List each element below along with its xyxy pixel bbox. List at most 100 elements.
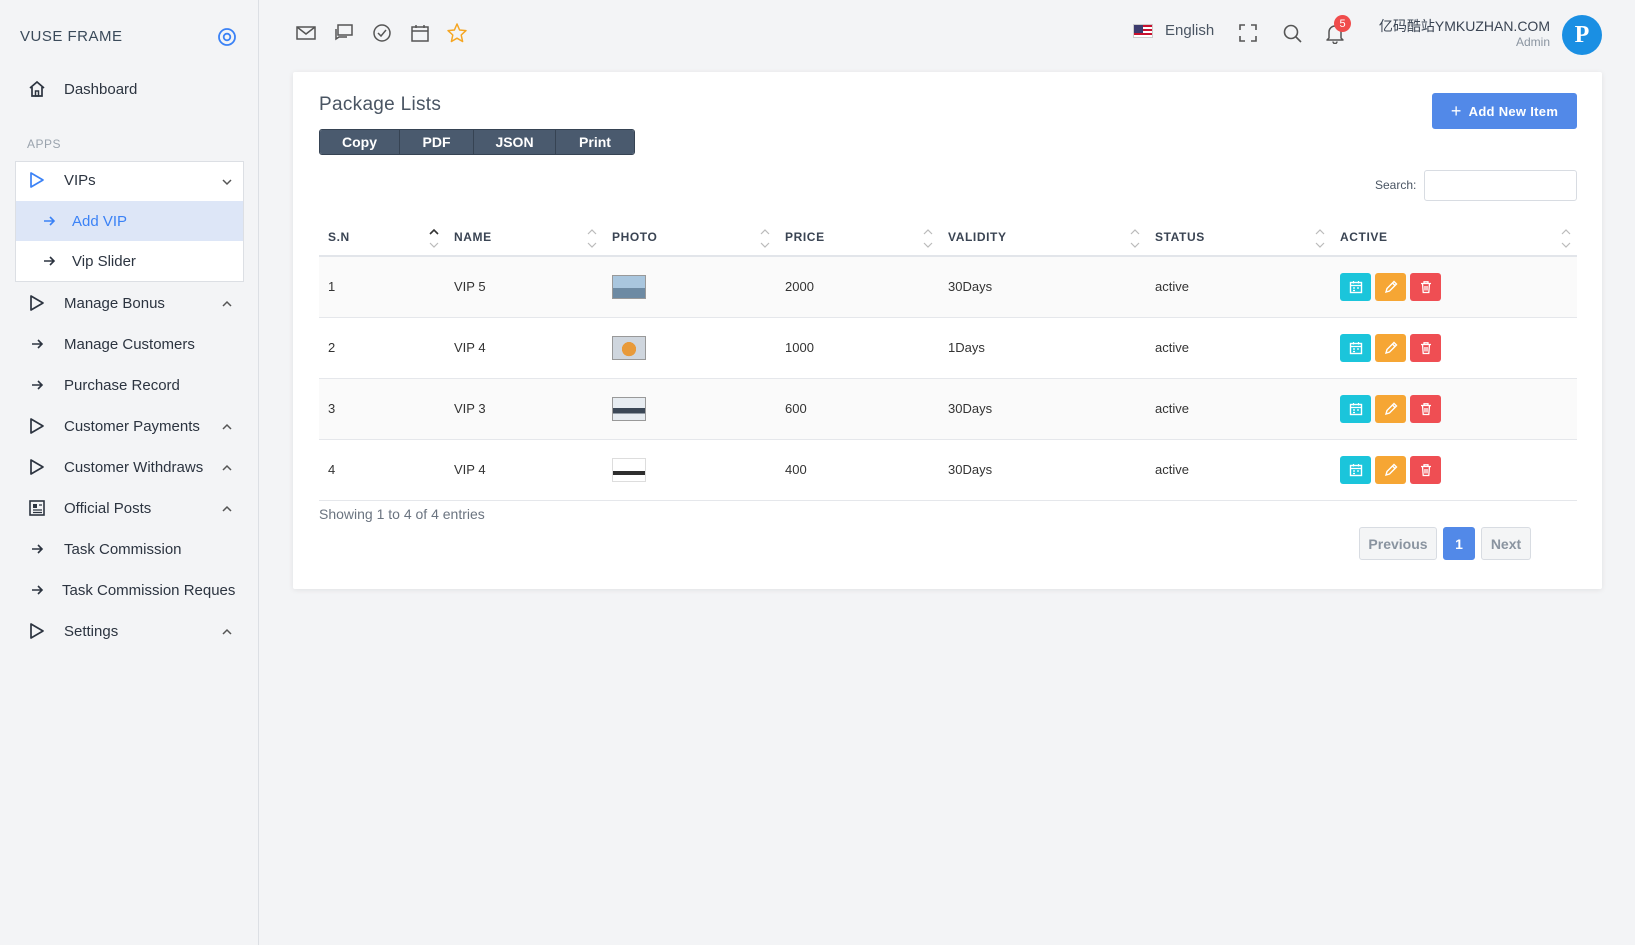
view-button[interactable]	[1340, 333, 1371, 362]
trash-icon	[1420, 402, 1431, 415]
cell-validity: 1Days	[939, 317, 1146, 379]
cell-status: active	[1146, 439, 1331, 501]
delete-button[interactable]	[1410, 333, 1441, 362]
cell-status: active	[1146, 317, 1331, 379]
chevron-down-icon[interactable]	[220, 175, 234, 189]
sidebar-item-customer-payments[interactable]: Customer Payments	[26, 415, 200, 437]
sidebar-item-label: Dashboard	[64, 80, 138, 98]
edit-button[interactable]	[1375, 394, 1406, 423]
cell-name: VIP 5	[445, 256, 603, 318]
add-new-item-button[interactable]: + Add New Item	[1432, 93, 1577, 129]
cell-price: 1000	[776, 317, 939, 379]
fullscreen-icon[interactable]	[1237, 22, 1259, 44]
page-title: Package Lists	[319, 94, 442, 115]
package-thumbnail-image[interactable]	[612, 335, 646, 360]
cell-price: 400	[776, 439, 939, 501]
language-selector[interactable]: English	[1133, 22, 1214, 39]
user-role: Admin	[1515, 35, 1550, 49]
sidebar-item-label: Official Posts	[64, 499, 152, 517]
calendar-icon[interactable]	[409, 22, 431, 44]
sidebar-item-label: Manage Customers	[64, 335, 195, 353]
sidebar-item-vip-slider[interactable]: Vip Slider	[38, 250, 136, 272]
column-header-sn[interactable]: S.N	[319, 218, 445, 257]
sidebar-item-add-vip[interactable]: Add VIP	[38, 210, 127, 232]
column-header-label: NAME	[454, 229, 492, 244]
cell-actions	[1331, 256, 1577, 318]
sidebar-item-label: Task Commission Reques	[62, 581, 236, 599]
user-name[interactable]: 亿码酷站YMKUZHAN.COM	[1379, 16, 1550, 36]
cell-status: active	[1146, 256, 1331, 318]
chevron-up-icon[interactable]	[220, 502, 234, 516]
check-circle-icon[interactable]	[371, 22, 393, 44]
sidebar-item-official-posts[interactable]: Official Posts	[26, 497, 151, 519]
delete-button[interactable]	[1410, 272, 1441, 301]
cell-actions	[1331, 317, 1577, 379]
sidebar-item-task-commission[interactable]: Task Commission	[26, 538, 182, 560]
column-header-status[interactable]: STATUS	[1146, 218, 1331, 257]
trash-icon	[1420, 341, 1431, 354]
copy-button[interactable]: Copy	[320, 130, 400, 154]
cell-validity: 30Days	[939, 378, 1146, 440]
column-header-price[interactable]: PRICE	[776, 218, 939, 257]
sidebar-item-purchase-record[interactable]: Purchase Record	[26, 374, 180, 396]
column-header-validity[interactable]: VALIDITY	[939, 218, 1146, 257]
package-table: S.N NAME PHOTO PRICE VALIDITY STATUS ACT…	[319, 218, 1577, 501]
package-thumbnail-image[interactable]	[612, 396, 646, 421]
sidebar-item-manage-bonus[interactable]: Manage Bonus	[26, 292, 165, 314]
search-icon[interactable]	[1281, 22, 1303, 44]
cell-name: VIP 4	[445, 439, 603, 501]
sidebar-item-label: Manage Bonus	[64, 294, 165, 312]
sidebar-item-customer-withdraws[interactable]: Customer Withdraws	[26, 456, 203, 478]
sidebar-toggle-icon[interactable]	[217, 27, 237, 47]
cell-photo	[603, 378, 776, 440]
sidebar-item-settings[interactable]: Settings	[26, 620, 118, 642]
edit-button[interactable]	[1375, 455, 1406, 484]
delete-button[interactable]	[1410, 394, 1441, 423]
sidebar-item-dashboard[interactable]: Dashboard	[26, 78, 137, 100]
column-header-active[interactable]: ACTIVE	[1331, 218, 1577, 257]
sidebar-item-manage-customers[interactable]: Manage Customers	[26, 333, 195, 355]
sidebar-item-label: Customer Withdraws	[64, 458, 204, 476]
package-thumbnail-image[interactable]	[612, 457, 646, 482]
chevron-up-icon[interactable]	[220, 461, 234, 475]
view-button[interactable]	[1340, 394, 1371, 423]
chevron-up-icon[interactable]	[220, 297, 234, 311]
arrow-right-icon	[26, 374, 48, 396]
view-button[interactable]	[1340, 272, 1371, 301]
json-button[interactable]: JSON	[474, 130, 556, 154]
sidebar-item-label: Vip Slider	[72, 252, 136, 270]
print-button[interactable]: Print	[556, 130, 634, 154]
edit-button[interactable]	[1375, 333, 1406, 362]
page-1-button[interactable]: 1	[1443, 527, 1475, 560]
pagination: Previous 1 Next	[1359, 527, 1531, 560]
column-header-name[interactable]: NAME	[445, 218, 603, 257]
sort-icon	[429, 228, 439, 248]
play-outline-icon	[26, 415, 48, 437]
view-button[interactable]	[1340, 455, 1371, 484]
previous-page-button[interactable]: Previous	[1359, 527, 1437, 560]
package-thumbnail-image[interactable]	[612, 274, 646, 299]
sort-icon	[587, 229, 597, 248]
sidebar-item-label: Add VIP	[72, 212, 128, 230]
sidebar: VUSE FRAME Dashboard APPS VIPs Add VIP V…	[0, 0, 259, 945]
edit-button[interactable]	[1375, 272, 1406, 301]
avatar[interactable]: P	[1562, 15, 1602, 55]
chat-icon[interactable]	[333, 22, 355, 44]
mail-icon[interactable]	[295, 22, 317, 44]
chevron-up-icon[interactable]	[220, 420, 234, 434]
delete-button[interactable]	[1410, 455, 1441, 484]
sidebar-item-vips[interactable]: VIPs	[26, 169, 96, 191]
star-icon[interactable]	[446, 22, 468, 44]
language-label: English	[1165, 22, 1215, 39]
cell-price: 600	[776, 378, 939, 440]
next-page-button[interactable]: Next	[1481, 527, 1531, 560]
cell-name: VIP 3	[445, 378, 603, 440]
chevron-up-icon[interactable]	[220, 625, 234, 639]
pdf-button[interactable]: PDF	[400, 130, 474, 154]
arrow-right-icon	[38, 210, 60, 232]
cell-sn: 3	[319, 378, 445, 440]
sidebar-item-task-commission-requests[interactable]: Task Commission Reques	[26, 579, 246, 601]
cell-price: 2000	[776, 256, 939, 318]
column-header-photo[interactable]: PHOTO	[603, 218, 776, 257]
search-input[interactable]	[1424, 170, 1577, 201]
